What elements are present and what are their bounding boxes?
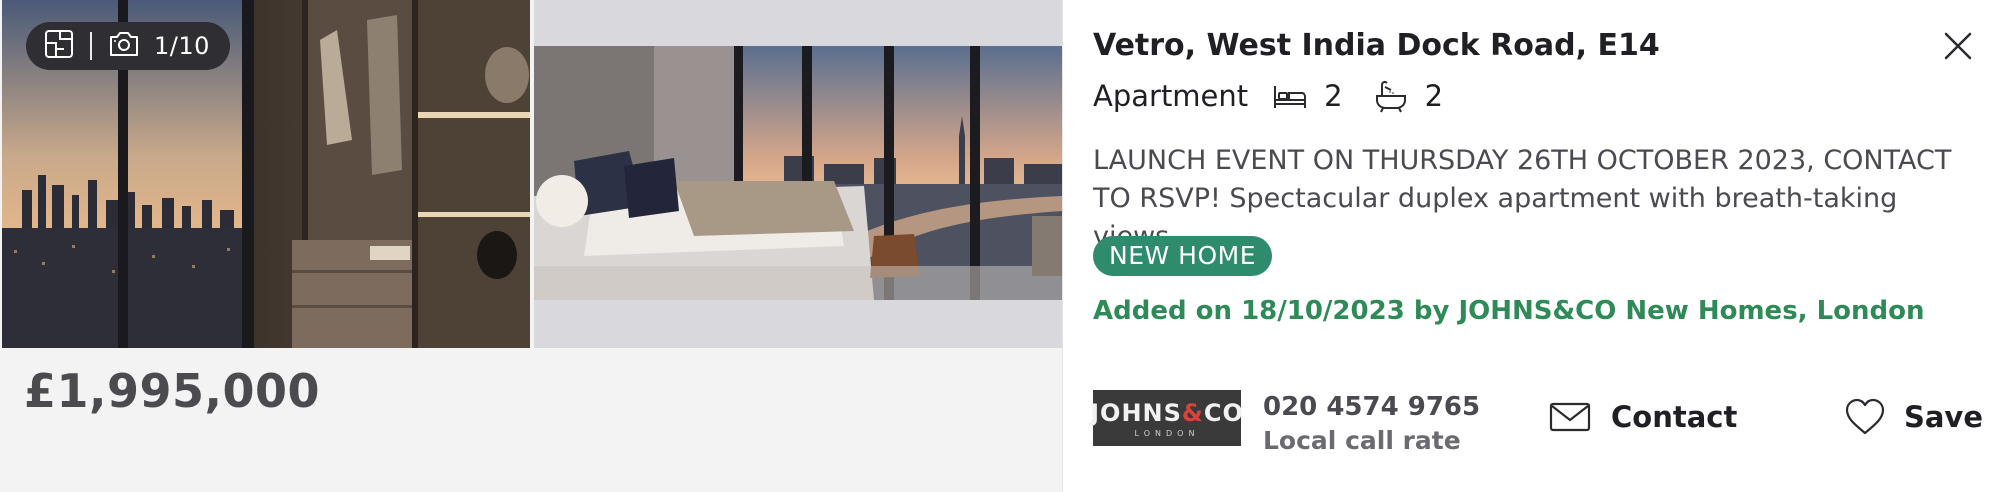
- save-label: Save: [1903, 400, 1983, 434]
- listing-title[interactable]: Vetro, West India Dock Road, E14: [1093, 28, 1660, 63]
- floorplan-icon[interactable]: [44, 29, 74, 63]
- gallery-photo-secondary[interactable]: [534, 46, 1062, 300]
- bedroom-photo: [534, 46, 1062, 300]
- close-button[interactable]: [1940, 28, 1976, 64]
- save-button[interactable]: Save: [1844, 398, 1983, 436]
- property-type: Apartment: [1093, 79, 1249, 113]
- agent-logo-wordmark: JOHNS&CO: [1090, 398, 1244, 427]
- property-meta: Apartment 2 2: [1093, 78, 1473, 114]
- camera-icon[interactable]: [108, 30, 140, 62]
- agent-logo-subtitle: LONDON: [1134, 428, 1200, 438]
- added-by-text: Added on 18/10/2023 by JOHNS&CO New Home…: [1093, 296, 1925, 326]
- close-icon: [1944, 32, 1972, 60]
- contact-button[interactable]: Contact: [1549, 400, 1737, 434]
- call-rate-note: Local call rate: [1263, 426, 1461, 455]
- envelope-icon: [1549, 401, 1591, 433]
- listing-card[interactable]: 1/10 £1,995,000 Vetro, West India Dock R…: [0, 0, 2004, 492]
- listing-details: Vetro, West India Dock Road, E14 Apartme…: [1062, 0, 2004, 492]
- new-home-badge: NEW HOME: [1093, 236, 1273, 276]
- photo-gallery[interactable]: 1/10 £1,995,000: [0, 0, 1062, 492]
- photo-counter-text: 1/10: [154, 32, 210, 60]
- contact-label: Contact: [1611, 400, 1738, 434]
- photo-counter-badge[interactable]: 1/10: [26, 22, 230, 70]
- bathroom-count: 2: [1424, 79, 1444, 113]
- listing-price: £1,995,000: [24, 364, 321, 418]
- heart-icon: [1844, 398, 1886, 436]
- bedroom-count: 2: [1324, 79, 1343, 113]
- bed-icon: [1272, 78, 1308, 114]
- agent-logo[interactable]: JOHNS&CO LONDON: [1090, 390, 1244, 446]
- agent-phone[interactable]: 020 4574 9765: [1263, 392, 1480, 422]
- listing-footer: JOHNS&CO LONDON 020 4574 9765 Local call…: [1090, 388, 1983, 458]
- badge-divider: [90, 32, 92, 60]
- bath-icon: [1373, 78, 1409, 114]
